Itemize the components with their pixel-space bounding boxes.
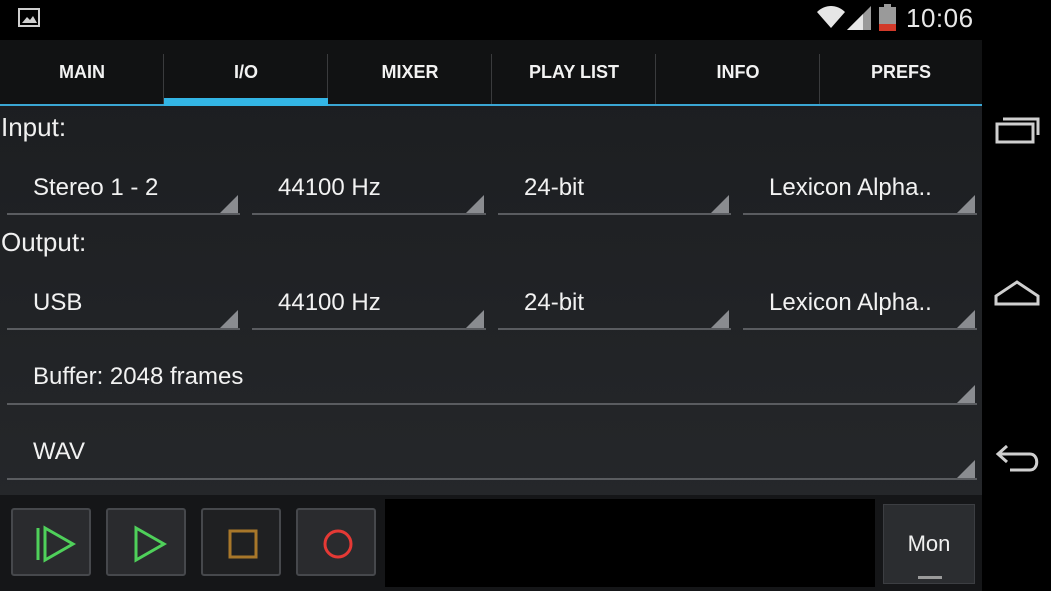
spinner-value: Buffer: 2048 frames: [33, 362, 244, 390]
stop-icon: [228, 529, 258, 559]
level-display: [385, 499, 875, 587]
tab-label: PLAY LIST: [528, 61, 620, 82]
monitor-indicator: [918, 576, 942, 579]
tab-io[interactable]: I/O: [164, 40, 328, 106]
play-button[interactable]: [106, 508, 186, 576]
stop-button[interactable]: [201, 508, 281, 576]
navigation-bar: [982, 40, 1051, 591]
dropdown-triangle-icon: [711, 310, 729, 328]
spinner-value: USB: [33, 289, 83, 316]
dropdown-triangle-icon: [957, 195, 975, 213]
signal-icon: [847, 6, 871, 30]
play-icon: [134, 525, 168, 563]
spinner-value: 44100 Hz: [278, 289, 381, 316]
wifi-icon: [817, 6, 845, 28]
status-bar: 10:06: [0, 0, 1051, 40]
back-icon[interactable]: [992, 438, 1042, 478]
spinner-value: WAV: [33, 437, 85, 465]
output-bit-depth-spinner[interactable]: 24-bit: [498, 278, 731, 330]
monitor-label: Mon: [907, 531, 951, 556]
buffer-size-spinner[interactable]: Buffer: 2048 frames: [7, 350, 977, 405]
dropdown-triangle-icon: [957, 310, 975, 328]
app-content: MAIN I/O MIXER PLAY LIST INFO PREFS Inpu…: [0, 40, 982, 591]
battery-icon: [879, 4, 896, 31]
tab-prefs[interactable]: PREFS: [820, 40, 982, 104]
spinner-value: 44100 Hz: [278, 174, 381, 201]
active-tab-indicator: [164, 98, 328, 106]
dropdown-triangle-icon: [466, 310, 484, 328]
transport-bar: Mon: [0, 495, 982, 591]
tab-play-list[interactable]: PLAY LIST: [492, 40, 656, 104]
dropdown-triangle-icon: [466, 195, 484, 213]
output-sample-rate-spinner[interactable]: 44100 Hz: [252, 278, 486, 330]
spinner-value: Lexicon Alpha..: [769, 174, 932, 201]
output-channel-spinner[interactable]: USB: [7, 278, 240, 330]
spinner-value: Lexicon Alpha..: [769, 289, 932, 316]
input-device-spinner[interactable]: Lexicon Alpha..: [743, 163, 977, 215]
tab-info[interactable]: INFO: [656, 40, 820, 104]
input-sample-rate-spinner[interactable]: 44100 Hz: [252, 163, 486, 215]
dropdown-triangle-icon: [957, 460, 975, 478]
play-from-start-icon: [36, 525, 77, 563]
dropdown-triangle-icon: [220, 195, 238, 213]
gallery-icon: [18, 8, 40, 27]
tab-bar: MAIN I/O MIXER PLAY LIST INFO PREFS: [0, 40, 982, 106]
recent-apps-icon[interactable]: [992, 110, 1042, 150]
dropdown-triangle-icon: [711, 195, 729, 213]
spinner-value: 24-bit: [524, 174, 585, 201]
tab-label: INFO: [716, 61, 760, 82]
spinner-value: Stereo 1 - 2: [33, 174, 159, 201]
home-icon[interactable]: [992, 274, 1042, 314]
output-label: Output:: [1, 227, 87, 257]
record-icon: [323, 529, 353, 559]
tab-label: MAIN: [59, 61, 105, 82]
play-from-start-button[interactable]: [11, 508, 91, 576]
dropdown-triangle-icon: [957, 385, 975, 403]
tab-mixer[interactable]: MIXER: [328, 40, 492, 104]
record-button[interactable]: [296, 508, 376, 576]
input-label: Input:: [1, 112, 67, 142]
tab-label: MIXER: [381, 61, 439, 82]
spinner-value: 24-bit: [524, 289, 585, 316]
dropdown-triangle-icon: [220, 310, 238, 328]
monitor-button[interactable]: Mon: [883, 504, 975, 584]
clock: 10:06: [906, 3, 974, 33]
tab-label: PREFS: [870, 61, 931, 82]
input-channel-spinner[interactable]: Stereo 1 - 2: [7, 163, 240, 215]
output-device-spinner[interactable]: Lexicon Alpha..: [743, 278, 977, 330]
file-format-spinner[interactable]: WAV: [7, 425, 977, 480]
input-bit-depth-spinner[interactable]: 24-bit: [498, 163, 731, 215]
tab-main[interactable]: MAIN: [0, 40, 164, 104]
tab-label: I/O: [233, 61, 258, 82]
